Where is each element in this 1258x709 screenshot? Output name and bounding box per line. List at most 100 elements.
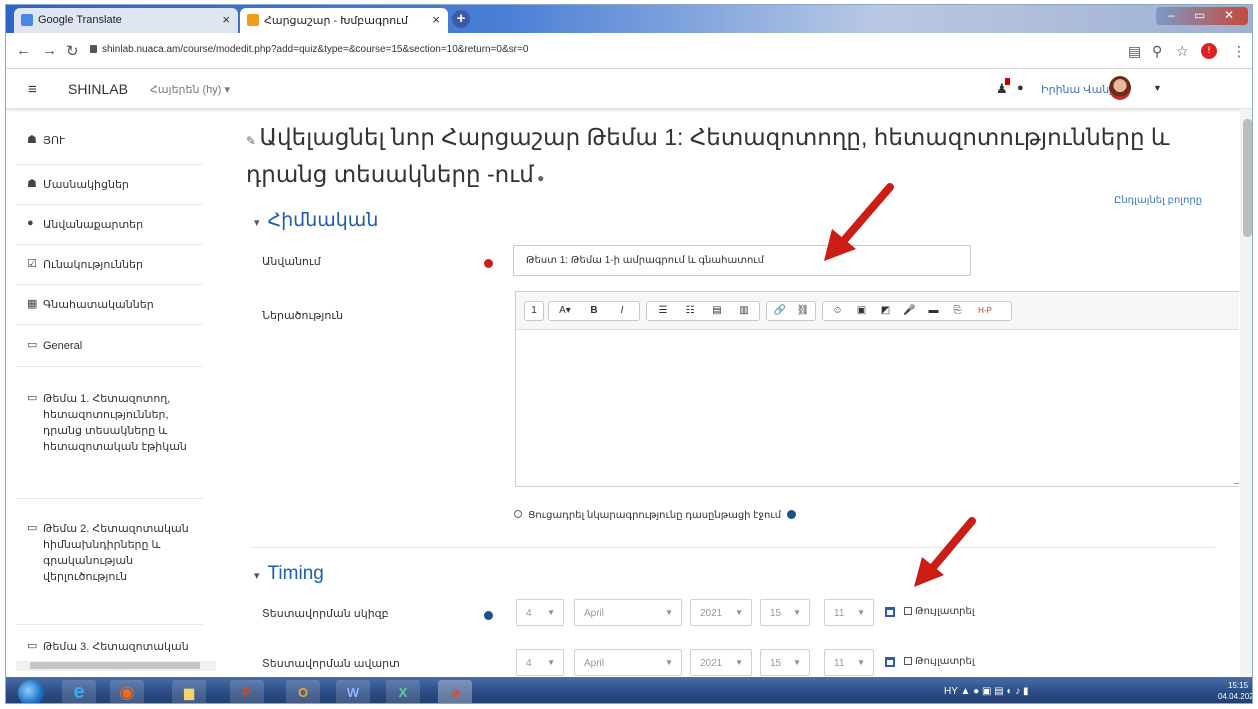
- help-icon[interactable]: ●: [534, 171, 544, 185]
- close-enable-checkbox[interactable]: [904, 657, 912, 666]
- display-description-checkbox[interactable]: [514, 510, 522, 518]
- sidebar-item-participants[interactable]: ☗ Մասնակիցներ: [17, 165, 203, 205]
- ie-icon[interactable]: e: [62, 680, 96, 703]
- image-button[interactable]: ▣: [850, 302, 873, 320]
- editor-text-area[interactable]: [516, 331, 1239, 486]
- close-minute-select[interactable]: 11 ▼: [824, 649, 874, 676]
- section-general[interactable]: ▾ Հիմնական: [254, 209, 378, 232]
- help-icon[interactable]: [787, 510, 797, 519]
- back-icon[interactable]: ←: [16, 42, 31, 59]
- sidebar-item-badges[interactable]: ● Անվանաքարտեր: [17, 205, 203, 245]
- folder-icon: ▭: [27, 522, 38, 534]
- maximize-icon[interactable]: ▭: [1194, 8, 1205, 22]
- display-description-option[interactable]: Ցուցադրել նկարագրությունը դասընթացի էջու…: [514, 509, 797, 521]
- close-tab-icon[interactable]: ×: [222, 12, 230, 27]
- link-button[interactable]: 🔗: [769, 302, 791, 320]
- open-minute-select[interactable]: 11 ▼: [824, 599, 874, 626]
- excel-icon[interactable]: X: [386, 680, 420, 703]
- annotation-arrow-enable: [914, 517, 976, 587]
- sidebar-item-competencies[interactable]: ☑ Ունակություններ: [17, 245, 203, 285]
- close-hour-select[interactable]: 15 ▼: [760, 649, 810, 676]
- calendar-icon[interactable]: [885, 657, 895, 667]
- system-tray[interactable]: HY ▲ ● ▣ ▤ ◐ ♪ ▮: [944, 686, 1029, 697]
- description-label: Ներածություն: [262, 310, 344, 322]
- indent-button[interactable]: ▥: [731, 302, 757, 320]
- sidebar-item-dashboard[interactable]: ☗ ՅՈՒ: [17, 117, 203, 165]
- sidebar-horizontal-thumb[interactable]: [30, 662, 200, 669]
- expand-all-link[interactable]: Ընդլայնել բոլորը: [1114, 195, 1202, 206]
- paragraph-style-button[interactable]: A▾: [551, 302, 579, 320]
- explorer-icon[interactable]: ▆: [172, 680, 206, 703]
- reload-icon[interactable]: ↻: [66, 42, 79, 60]
- close-enable-option[interactable]: Թույլատրել: [904, 656, 975, 667]
- menu-dots-icon[interactable]: ⋮: [1232, 43, 1246, 60]
- messages-icon[interactable]: ●: [1017, 82, 1024, 94]
- clock[interactable]: 15:15 04.04.2021: [1218, 680, 1252, 702]
- close-quiz-label: Տեստավորման ավարտ: [262, 658, 400, 670]
- quiz-name-input[interactable]: Թեստ 1: Թեմա 1-ի ամրագրում և գնահատում: [513, 245, 971, 276]
- powerpoint-icon[interactable]: P: [230, 680, 264, 703]
- chrome-icon[interactable]: ◕: [438, 680, 472, 703]
- new-tab-button[interactable]: +: [452, 10, 470, 28]
- minimize-icon[interactable]: –: [1168, 8, 1175, 22]
- open-hour-select[interactable]: 15 ▼: [760, 599, 810, 626]
- site-brand[interactable]: SHINLAB: [68, 81, 128, 97]
- open-day-select[interactable]: 4 ▼: [516, 599, 564, 626]
- url-text[interactable]: shinlab.nuaca.am/course/modedit.php?add=…: [102, 44, 528, 55]
- unordered-list-button[interactable]: ☰: [650, 302, 676, 320]
- close-month-select[interactable]: April ▼: [574, 649, 682, 676]
- bold-button[interactable]: B: [581, 302, 607, 320]
- italic-button[interactable]: I: [609, 302, 635, 320]
- competency-icon: ☑: [27, 258, 37, 270]
- forward-icon[interactable]: →: [42, 42, 57, 59]
- user-menu-caret-icon[interactable]: ▼: [1153, 83, 1162, 93]
- calendar-icon[interactable]: [885, 607, 895, 617]
- unlink-button[interactable]: ⛓: [792, 302, 814, 320]
- manage-files-button[interactable]: ⎘: [946, 302, 969, 320]
- outdent-button[interactable]: ▤: [704, 302, 730, 320]
- emoticon-button[interactable]: ☺: [826, 302, 849, 320]
- language-menu[interactable]: Հայերեն (hy) ▾: [150, 83, 230, 96]
- editor-toolbar: 1 A▾ B I ☰ ☷ ▤ ▥ 🔗 ⛓ ☺ ▣ ◩ 🎤 ▬ ⎘ H-P: [516, 292, 1239, 330]
- zoom-icon[interactable]: ⚲: [1152, 43, 1162, 60]
- translate-icon[interactable]: ▤: [1128, 43, 1141, 60]
- window-controls[interactable]: – ▭ ✕: [1156, 7, 1248, 25]
- resize-handle[interactable]: [1234, 478, 1239, 484]
- sidebar-item-topic-3[interactable]: ▭ Թեմա 3. Հետազոտական: [17, 625, 203, 657]
- page-scroll-thumb[interactable]: [1243, 119, 1252, 237]
- media-button[interactable]: ◩: [874, 302, 897, 320]
- open-enable-option[interactable]: Թույլատրել: [904, 606, 975, 617]
- sidebar-item-general[interactable]: ▭ General: [17, 325, 203, 367]
- ordered-list-button[interactable]: ☷: [677, 302, 703, 320]
- h5p-button[interactable]: H-P: [970, 302, 1000, 320]
- open-year-select[interactable]: 2021 ▼: [690, 599, 752, 626]
- record-video-button[interactable]: ▬: [922, 302, 945, 320]
- section-timing[interactable]: ▾ Timing: [254, 563, 324, 585]
- sidebar-item-grades[interactable]: ▦ Գնահատականներ: [17, 285, 203, 325]
- record-audio-button[interactable]: 🎤: [898, 302, 921, 320]
- hamburger-icon[interactable]: ≡: [28, 81, 37, 98]
- profile-icon[interactable]: !: [1201, 43, 1217, 59]
- sidebar-item-topic-1[interactable]: ▭ Թեմա 1. Հետազոտող, հետազոտություններ, դ…: [17, 367, 203, 499]
- description-editor[interactable]: 1 A▾ B I ☰ ☷ ▤ ▥ 🔗 ⛓ ☺ ▣ ◩ 🎤 ▬ ⎘ H-P: [515, 291, 1239, 487]
- close-year-select[interactable]: 2021 ▼: [690, 649, 752, 676]
- open-month-select[interactable]: April ▼: [574, 599, 682, 626]
- tab-quiz-edit[interactable]: Հարցաշար - Խմբագրում ×: [240, 8, 448, 33]
- close-window-icon[interactable]: ✕: [1224, 8, 1234, 22]
- open-enable-checkbox[interactable]: [904, 607, 912, 616]
- toggle-toolbar-button[interactable]: 1: [527, 302, 541, 320]
- bookmark-star-icon[interactable]: ☆: [1176, 43, 1189, 60]
- tab-google-translate[interactable]: Google Translate ×: [14, 8, 238, 33]
- sidebar-item-topic-2[interactable]: ▭ Թեմա 2. Հետազոտական հիմնախնդիրները և գր…: [17, 499, 203, 625]
- tab-title: Հարցաշար - Խմբագրում: [264, 15, 408, 27]
- avatar[interactable]: [1109, 76, 1131, 100]
- close-day-select[interactable]: 4 ▼: [516, 649, 564, 676]
- word-icon[interactable]: W: [336, 680, 370, 703]
- page-title: ✎ Ավելացնել նոր Հարցաշար Թեմա 1: Հետազոտ…: [246, 124, 1170, 187]
- start-button[interactable]: [18, 680, 44, 703]
- browser-window: Google Translate × Հարցաշար - Խմբագրում …: [5, 4, 1253, 704]
- outlook-icon[interactable]: O: [286, 680, 320, 703]
- firefox-icon[interactable]: ◉: [110, 680, 144, 703]
- close-tab-icon[interactable]: ×: [432, 12, 440, 27]
- help-icon[interactable]: [484, 611, 493, 620]
